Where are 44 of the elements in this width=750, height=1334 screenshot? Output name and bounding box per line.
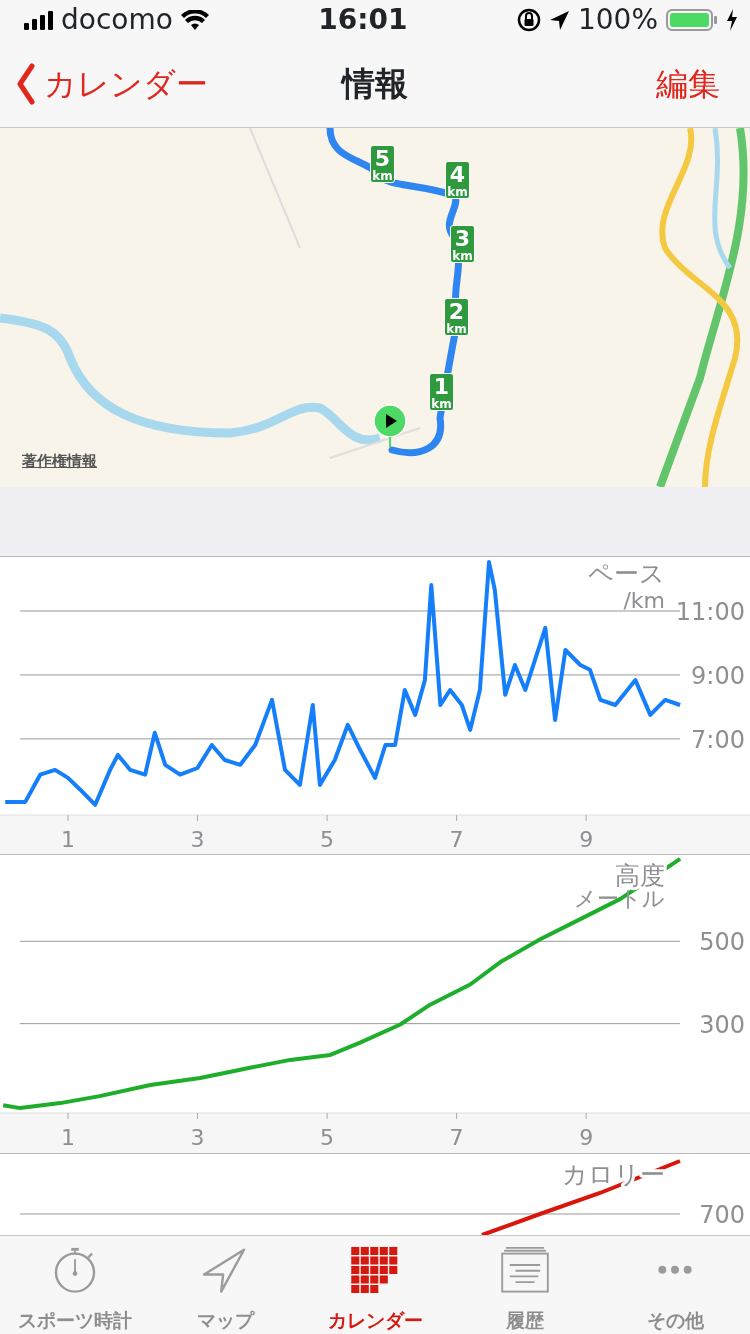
tab-item[interactable]: マップ xyxy=(150,1236,300,1334)
axis-tick-label: 11:00 xyxy=(675,598,745,626)
tab-item[interactable]: カレンダー xyxy=(300,1236,450,1334)
axis-tick-label: 9 xyxy=(579,827,594,852)
battery-percent: 100% xyxy=(577,2,658,38)
axis-tick-label: 9 xyxy=(579,1125,594,1150)
status-time: 16:01 xyxy=(317,2,409,38)
axis-tick-label: 5 xyxy=(320,1125,335,1150)
distance-marker: 3 km xyxy=(450,225,475,263)
axis-tick-label: 9:00 xyxy=(691,661,745,690)
signal-icon xyxy=(24,10,53,30)
rotation-lock-icon xyxy=(516,8,541,32)
tab-item[interactable]: スポーツ時計 xyxy=(0,1236,150,1334)
edit-button[interactable]: 編集 xyxy=(656,59,720,108)
axis-tick-label: 7 xyxy=(449,827,464,852)
distance-marker: 2 km xyxy=(444,298,469,336)
axis-tick-label: 5 xyxy=(320,827,335,852)
chevron-left-icon xyxy=(16,62,36,105)
nav-title: 情報 xyxy=(342,63,408,103)
wifi-icon xyxy=(180,10,209,30)
tab-item[interactable]: その他 xyxy=(600,1236,750,1334)
battery-icon xyxy=(666,9,718,31)
axis-unit-label: /km xyxy=(623,588,665,613)
document-icon xyxy=(499,1246,551,1294)
location-arrow-icon xyxy=(548,9,570,31)
axis-tick-label: 3 xyxy=(190,1125,205,1150)
charging-bolt-icon xyxy=(726,9,738,31)
carrier-name: docomo xyxy=(61,2,173,38)
axis-tick-label: 7 xyxy=(449,1125,464,1150)
axis-tick-label: 700 xyxy=(699,1201,745,1229)
back-button[interactable]: カレンダー xyxy=(16,59,208,108)
axis-tick-label: 7:00 xyxy=(691,725,745,754)
axis-tick-label: 500 xyxy=(699,928,745,957)
start-pin-icon xyxy=(373,404,407,448)
axis-tick-label: 1 xyxy=(61,827,75,852)
distance-marker: 4 km xyxy=(445,161,470,199)
axis-tick-label: 1 xyxy=(61,1125,75,1150)
tab-item[interactable]: 履歴 xyxy=(450,1236,600,1334)
axis-tick-label: 300 xyxy=(699,1010,745,1039)
distance-marker: 5 km xyxy=(370,145,395,183)
chart-title: ペース xyxy=(588,559,665,588)
axis-tick-label: 3 xyxy=(190,827,205,852)
copyright-link[interactable]: 著作権情報 xyxy=(22,450,97,473)
distance-marker: 1 km xyxy=(429,373,454,411)
